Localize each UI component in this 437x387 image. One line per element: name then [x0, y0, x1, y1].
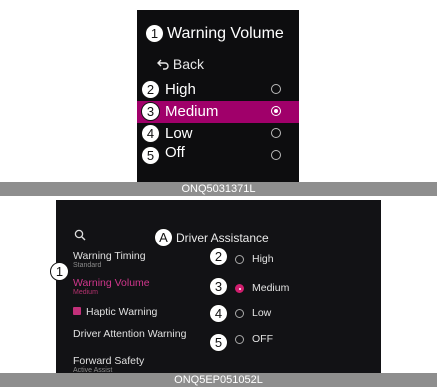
- driver-assistance-screen: A Driver Assistance Warning Timing Stand…: [56, 200, 381, 375]
- option-medium[interactable]: 3 Medium: [137, 101, 299, 123]
- radio-button-icon[interactable]: [271, 84, 281, 94]
- callout-3: 3: [141, 102, 160, 121]
- option-label: Off: [165, 144, 185, 161]
- menu-item-forward-safety[interactable]: Forward Safety Active Assist: [73, 355, 144, 374]
- figure-caption-top: ONQ5031371L: [0, 182, 437, 196]
- menu-item-value: Medium: [73, 289, 98, 296]
- callout-2: 2: [141, 80, 160, 99]
- menu-item-haptic-warning[interactable]: Haptic Warning: [73, 306, 157, 318]
- menu-item-label: Driver Attention Warning: [73, 328, 187, 340]
- menu-item-warning-volume[interactable]: Warning Volume Medium: [73, 277, 150, 296]
- radio-button-icon[interactable]: [235, 284, 244, 293]
- back-arrow-icon: [157, 56, 173, 72]
- callout-1: 1: [50, 262, 69, 281]
- warning-volume-screen: 1 Warning Volume Back 2 High 3 Medium 4 …: [137, 10, 299, 182]
- menu-item-label: Warning Timing: [73, 250, 146, 262]
- option-low-label: Low: [252, 307, 272, 319]
- radio-button-icon[interactable]: [235, 335, 244, 344]
- checkbox-icon[interactable]: [73, 307, 81, 316]
- radio-button-icon[interactable]: [271, 128, 281, 138]
- menu-item-label: Haptic Warning: [86, 306, 158, 318]
- radio-button-icon[interactable]: [271, 150, 281, 160]
- back-label: Back: [172, 56, 205, 72]
- callout-4: 4: [209, 304, 228, 323]
- option-label: Low: [165, 125, 193, 142]
- radio-button-icon[interactable]: [235, 255, 244, 264]
- callout-a: A: [154, 228, 173, 247]
- callout-3: 3: [209, 277, 228, 296]
- figure-caption-bottom: ONQ5EP051052L: [0, 373, 437, 387]
- option-off-label: OFF: [252, 333, 273, 345]
- back-button[interactable]: Back: [157, 56, 204, 72]
- menu-item-warning-timing[interactable]: Warning Timing Standard: [73, 250, 146, 269]
- callout-2: 2: [209, 247, 228, 266]
- radio-button-icon[interactable]: [235, 309, 244, 318]
- menu-item-label: Forward Safety: [73, 355, 145, 367]
- option-high[interactable]: 2 High: [137, 79, 299, 101]
- option-high-label: High: [252, 253, 274, 265]
- callout-1: 1: [145, 24, 164, 43]
- option-label: High: [165, 81, 196, 98]
- menu-item-label: Warning Volume: [73, 277, 150, 289]
- screen-title: Driver Assistance: [176, 231, 269, 245]
- menu-item-value: Standard: [73, 262, 102, 269]
- search-icon[interactable]: [74, 228, 86, 246]
- radio-button-icon[interactable]: [271, 106, 281, 116]
- callout-5: 5: [209, 333, 228, 352]
- option-label: Medium: [165, 103, 219, 120]
- option-low[interactable]: 4 Low: [137, 123, 299, 145]
- option-off[interactable]: 5 Off: [137, 144, 299, 167]
- option-medium-label: Medium: [252, 282, 290, 294]
- menu-item-driver-attention-warning[interactable]: Driver Attention Warning: [73, 328, 186, 340]
- screen-title: Warning Volume: [167, 25, 284, 42]
- callout-4: 4: [141, 124, 160, 143]
- callout-5: 5: [141, 146, 160, 165]
